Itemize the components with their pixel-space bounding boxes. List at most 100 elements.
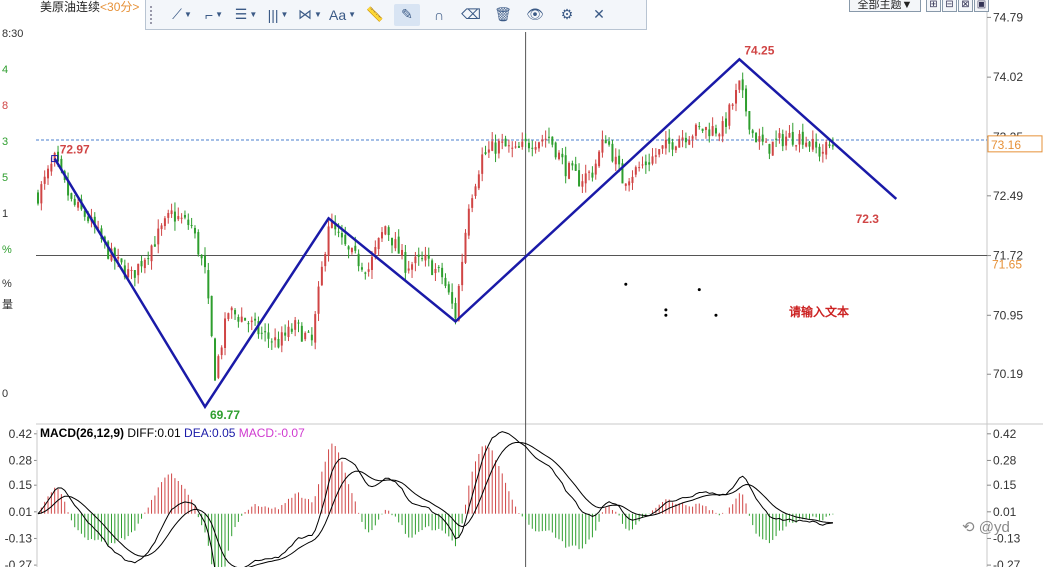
theme-dropdown-button[interactable]: 全部主题▼ <box>849 0 921 12</box>
candle-body <box>424 254 427 261</box>
price-tick-label: 74.02 <box>993 70 1023 84</box>
candle-body <box>374 247 377 254</box>
candle-body <box>234 310 237 315</box>
candle-body <box>578 170 581 187</box>
macd-tick-label-right: 0.15 <box>993 478 1017 492</box>
candle-body <box>768 144 771 154</box>
candle-body <box>230 307 233 311</box>
macd-dea-line <box>37 442 833 569</box>
pivot-price-label: 72.97 <box>60 143 90 157</box>
candle-body <box>320 266 323 286</box>
eraser-tool-icon[interactable]: ⌫ <box>458 4 484 26</box>
candle-body <box>317 286 320 314</box>
candle-body <box>337 231 340 233</box>
candle-body <box>377 237 380 250</box>
macd-legend: MACD(26,12,9) DIFF:0.01 DEA:0.05 MACD:-0… <box>40 426 305 440</box>
left-strip-value: 3 <box>2 136 9 148</box>
chart-svg[interactable]: 74.7974.0273.2572.4971.7270.9570.1971.65… <box>0 0 1043 570</box>
polyline-tool-icon[interactable]: ⌐ ▼ <box>201 4 227 26</box>
candle-body <box>387 227 390 236</box>
candle-body <box>150 245 153 262</box>
candle-body <box>203 255 206 268</box>
candle-body <box>297 322 300 324</box>
price-tick-label: 70.19 <box>993 367 1023 381</box>
candle-body <box>791 131 794 145</box>
candle-body <box>684 137 687 143</box>
left-strip-value: 5 <box>2 172 9 184</box>
candle-body <box>200 254 203 259</box>
zoom-in-icon[interactable]: ⊞ <box>926 0 941 12</box>
candle-body <box>300 325 303 342</box>
candle-body <box>724 118 727 127</box>
gann-tool-icon[interactable]: ||| ▼ <box>265 4 291 26</box>
maximize-icon[interactable]: ▣ <box>974 0 989 12</box>
candle-body <box>698 126 701 128</box>
candle-body <box>270 341 273 343</box>
macd-legend-item: DEA:0.05 <box>184 426 239 440</box>
fib-tool-icon[interactable]: ☰ ▼ <box>233 4 259 26</box>
candle-body <box>778 133 781 138</box>
candle-body <box>304 332 307 340</box>
candle-body <box>277 338 280 348</box>
candle-body <box>143 259 146 269</box>
candle-body <box>828 144 831 146</box>
candle-body <box>183 215 186 218</box>
candle-body <box>517 146 520 148</box>
candle-body <box>558 152 561 160</box>
candle-body <box>531 147 534 149</box>
candle-body <box>537 142 540 149</box>
candle-body <box>267 332 270 339</box>
candle-body <box>394 239 397 249</box>
ruler-tool-icon[interactable]: 📏 <box>362 4 388 26</box>
candle-body <box>574 164 577 171</box>
current-price-label: 73.16 <box>991 138 1021 152</box>
pivot-price-label: 72.3 <box>856 212 880 226</box>
candle-body <box>831 145 834 147</box>
magnet-tool-icon[interactable]: ∩ <box>426 4 452 26</box>
drawing-toolbar: ⟋ ▼ ⌐ ▼ ☰ ▼ ||| ▼ ⋈ ▼ Aa ▼ 📏 ✎ ∩ ⌫ 🗑 👁 ⚙ ✕ <box>145 0 647 30</box>
layout-icon[interactable]: ⊟ <box>942 0 957 12</box>
candle-body <box>471 198 474 208</box>
candle-body <box>554 142 557 158</box>
candle-body <box>130 269 133 271</box>
candle-body <box>821 151 824 154</box>
candle-body <box>197 232 200 255</box>
settings-tool-icon[interactable]: ⚙ <box>554 4 580 26</box>
line-tool-icon[interactable]: ⟋ ▼ <box>169 4 195 26</box>
candle-body <box>444 277 447 286</box>
pivot-price-label: 74.25 <box>744 43 774 57</box>
candle-body <box>190 225 193 227</box>
candle-body <box>464 232 467 263</box>
watermark-handle: @yd <box>978 519 1010 536</box>
candle-body <box>324 254 327 267</box>
price-tick-label: 74.79 <box>993 10 1023 24</box>
candle-body <box>220 347 223 356</box>
candle-body <box>280 332 283 346</box>
candle-body <box>427 254 430 259</box>
candles-group <box>37 72 834 381</box>
chevron-down-icon: ▼ <box>280 10 289 19</box>
candle-body <box>160 225 163 230</box>
candle-body <box>454 303 457 319</box>
candle-body <box>514 146 517 148</box>
close-tool-icon[interactable]: ✕ <box>586 4 612 26</box>
candle-body <box>173 211 176 222</box>
watermark-text: ⟲ @yd <box>962 519 1010 536</box>
pen-tool-icon[interactable]: ✎ <box>394 3 421 26</box>
candle-body <box>73 198 76 205</box>
candle-body <box>755 132 758 143</box>
pattern-tool-icon[interactable]: ⋈ ▼ <box>297 4 323 26</box>
split-icon[interactable]: ⊠ <box>958 0 973 12</box>
marker-dot <box>714 313 718 317</box>
chart-stage[interactable]: 74.7974.0273.2572.4971.7270.9570.1971.65… <box>0 0 1043 570</box>
toolbar-grip-handle[interactable] <box>150 5 160 24</box>
candle-body <box>735 90 738 104</box>
candle-body <box>120 258 123 263</box>
eye-tool-icon[interactable]: 👁 <box>522 4 548 26</box>
candle-body <box>731 104 734 106</box>
text-tool-icon[interactable]: Aa ▼ <box>329 4 356 26</box>
candle-body <box>618 155 621 165</box>
candle-body <box>708 129 711 137</box>
trash-tool-icon[interactable]: 🗑 <box>490 4 516 26</box>
candle-body <box>654 155 657 157</box>
